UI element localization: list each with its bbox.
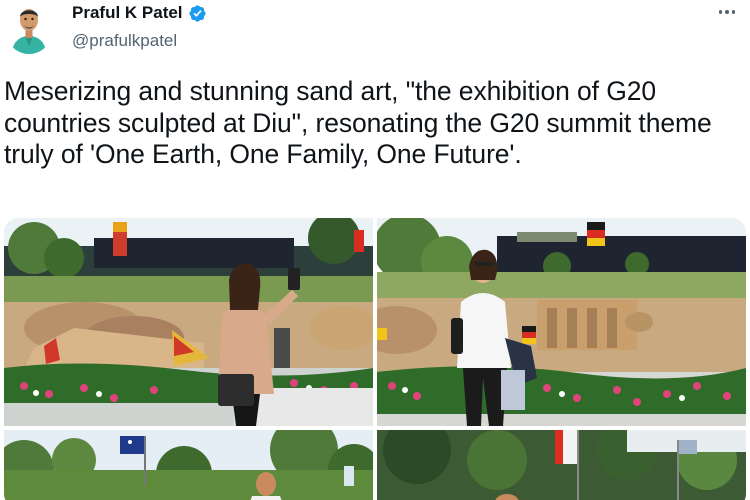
media-photo-2[interactable]: [377, 218, 746, 426]
verified-badge-icon: [188, 4, 207, 23]
media-photo-3[interactable]: [4, 430, 373, 500]
more-options-icon[interactable]: [712, 0, 742, 24]
tweet-header: Praful K Patel @prafulkpatel: [0, 0, 750, 60]
author-avatar[interactable]: [6, 0, 52, 54]
media-photo-1[interactable]: [4, 218, 373, 426]
tweet-text: Meserizing and stunning sand art, "the e…: [4, 76, 712, 169]
author-name-row[interactable]: Praful K Patel: [72, 3, 207, 23]
author-display-name[interactable]: Praful K Patel: [72, 3, 183, 23]
author-handle[interactable]: @prafulkpatel: [72, 31, 177, 51]
media-grid: [4, 218, 746, 500]
media-photo-4[interactable]: [377, 430, 746, 500]
